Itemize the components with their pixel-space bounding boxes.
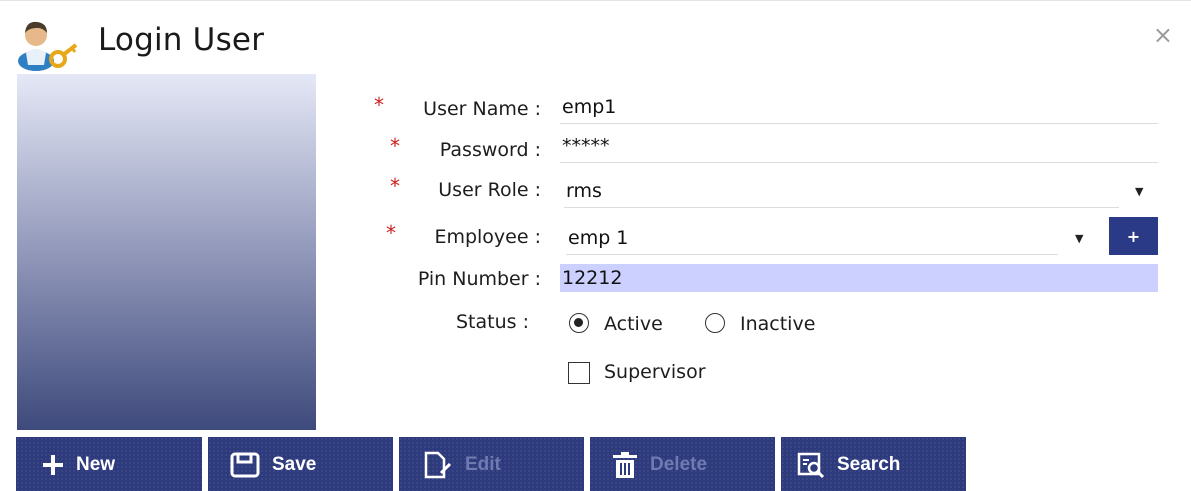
password-label: Password : [439,139,541,161]
required-mark: * [390,174,400,198]
chevron-down-icon[interactable]: ▼ [1075,232,1083,245]
user-role-label: User Role : [438,179,541,201]
search-button[interactable]: Search [781,437,966,491]
supervisor-label: Supervisor [604,361,706,383]
trash-icon [612,451,638,479]
pin-number-field[interactable]: 12212 [560,264,1158,292]
status-inactive-label: Inactive [740,313,816,335]
employee-photo [17,74,316,430]
page-title: Login User [98,22,265,58]
delete-button-label: Delete [650,453,708,475]
password-field[interactable]: ***** [560,129,1158,163]
title-bar: Login User [14,15,264,71]
required-mark: * [390,134,400,158]
status-inactive-radio[interactable] [705,313,725,333]
required-mark: * [386,221,396,245]
add-employee-button[interactable]: + [1109,217,1158,255]
chevron-down-icon[interactable]: ▼ [1135,185,1143,198]
status-active-radio[interactable] [569,313,589,333]
login-user-dialog: Login User × * User Name : emp1 * Passwo… [0,0,1191,491]
employee-select[interactable]: emp 1 [566,221,1058,255]
search-icon [797,452,825,478]
user-name-field[interactable]: emp1 [560,90,1158,124]
user-role-select[interactable]: rms [564,174,1119,208]
delete-button[interactable]: Delete [590,437,775,491]
status-label: Status : [456,311,529,333]
new-button-label: New [76,453,116,475]
user-key-icon [14,15,80,71]
save-icon [230,452,260,478]
search-button-label: Search [837,453,901,475]
pin-number-label: Pin Number : [417,268,541,290]
user-name-label: User Name : [423,98,541,120]
edit-button[interactable]: Edit [399,437,584,491]
new-button[interactable]: New [16,437,202,491]
edit-icon [423,451,453,479]
required-mark: * [374,93,384,117]
save-button[interactable]: Save [208,437,393,491]
status-active-label: Active [604,313,663,335]
close-icon[interactable]: × [1153,23,1173,47]
employee-label: Employee : [434,226,541,248]
plus-icon [42,454,64,476]
action-toolbar: New Save Edit Delete Search [16,437,972,491]
supervisor-checkbox[interactable] [568,362,590,384]
save-button-label: Save [272,453,317,475]
edit-button-label: Edit [465,453,501,475]
